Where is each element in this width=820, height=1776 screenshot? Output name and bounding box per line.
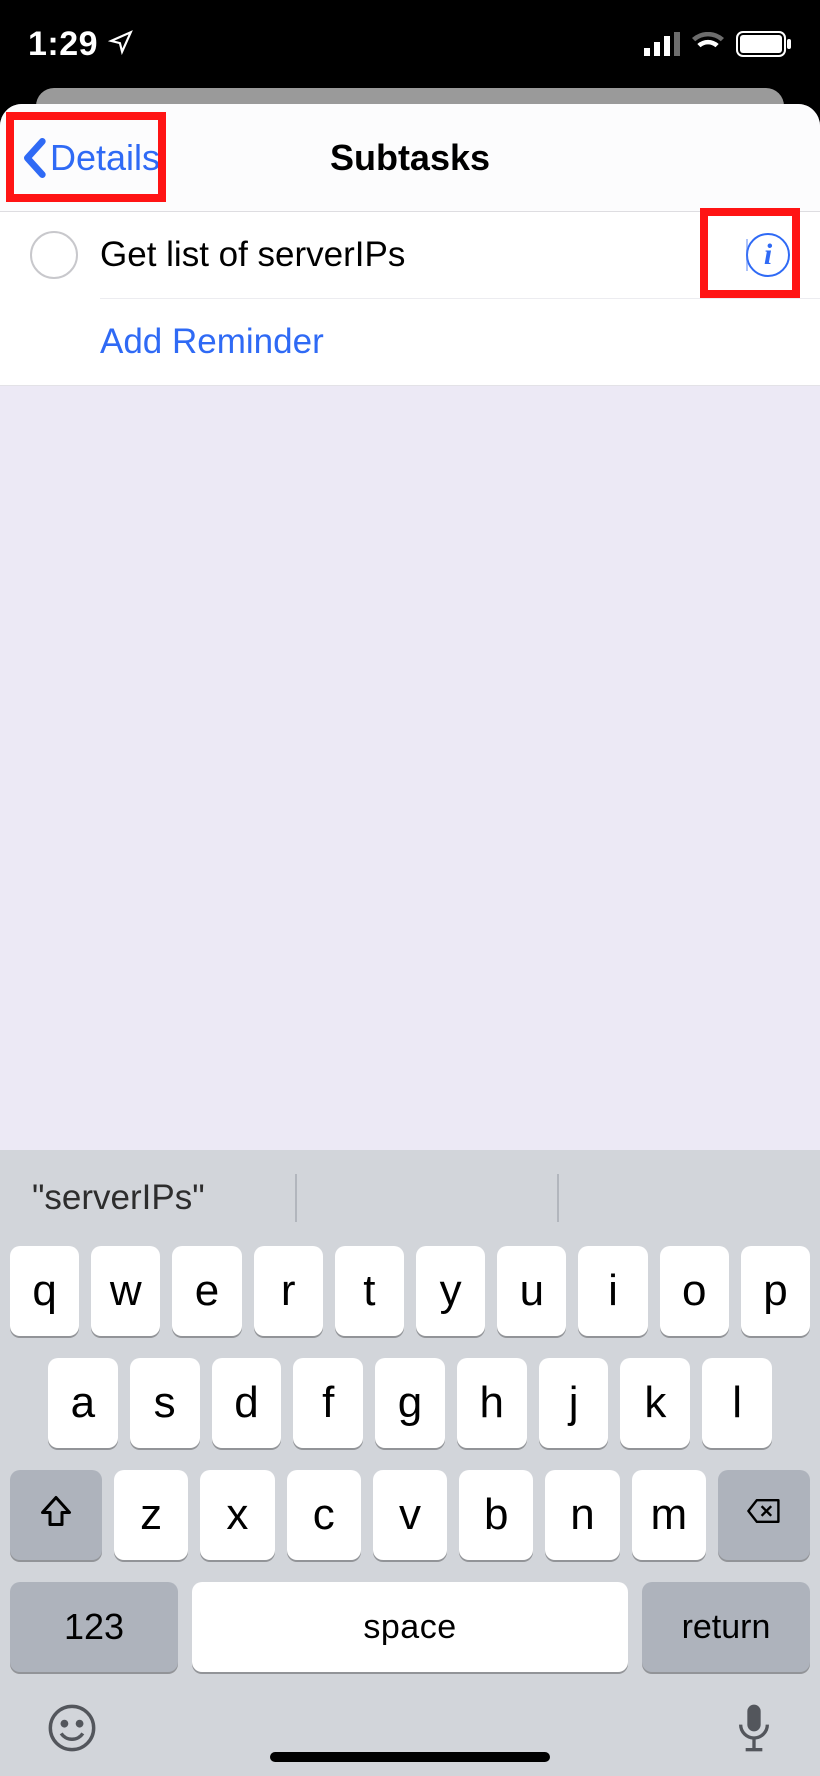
key-row-4: 123 space return (0, 1582, 820, 1672)
key-s[interactable]: s (130, 1358, 200, 1448)
info-button[interactable]: i (746, 233, 790, 277)
shift-icon (38, 1490, 74, 1540)
key-b[interactable]: b (459, 1470, 533, 1560)
key-h[interactable]: h (457, 1358, 527, 1448)
key-a[interactable]: a (48, 1358, 118, 1448)
add-reminder-label: Add Reminder (100, 322, 324, 362)
content-background (0, 386, 820, 1150)
back-label: Details (50, 137, 160, 179)
key-r[interactable]: r (254, 1246, 323, 1336)
key-d[interactable]: d (212, 1358, 282, 1448)
key-j[interactable]: j (539, 1358, 609, 1448)
key-f[interactable]: f (293, 1358, 363, 1448)
modal-sheet: Details Subtasks Get list of serverIPs i… (0, 104, 820, 1776)
wifi-icon (692, 32, 724, 56)
keyboard-toolbar (0, 1682, 820, 1756)
status-bar: 1:29 (0, 0, 820, 88)
location-icon (108, 25, 134, 64)
prediction-bar: "serverIPs" (0, 1150, 820, 1246)
nav-bar: Details Subtasks (0, 104, 820, 212)
key-e[interactable]: e (172, 1246, 241, 1336)
key-u[interactable]: u (497, 1246, 566, 1336)
shift-key[interactable] (10, 1470, 102, 1560)
key-n[interactable]: n (545, 1470, 619, 1560)
back-button[interactable]: Details (14, 133, 168, 183)
key-v[interactable]: v (373, 1470, 447, 1560)
battery-icon (736, 31, 792, 57)
key-row-1: q w e r t y u i o p (0, 1246, 820, 1336)
key-w[interactable]: w (91, 1246, 160, 1336)
key-l[interactable]: l (702, 1358, 772, 1448)
key-c[interactable]: c (287, 1470, 361, 1560)
key-o[interactable]: o (660, 1246, 729, 1336)
key-p[interactable]: p (741, 1246, 810, 1336)
prediction-0[interactable]: "serverIPs" (0, 1168, 295, 1228)
key-q[interactable]: q (10, 1246, 79, 1336)
key-g[interactable]: g (375, 1358, 445, 1448)
key-row-2: a s d f g h j k l (0, 1358, 820, 1448)
add-reminder-row[interactable]: Add Reminder (0, 299, 820, 385)
status-time: 1:29 (28, 25, 98, 64)
backspace-icon (746, 1490, 782, 1540)
backspace-key[interactable] (718, 1470, 810, 1560)
complete-toggle[interactable] (30, 231, 78, 279)
key-m[interactable]: m (632, 1470, 706, 1560)
info-icon: i (764, 238, 772, 272)
page-title: Subtasks (330, 137, 490, 179)
key-z[interactable]: z (114, 1470, 188, 1560)
dictation-button[interactable] (734, 1700, 774, 1756)
subtask-list: Get list of serverIPs i Add Reminder (0, 212, 820, 386)
key-i[interactable]: i (578, 1246, 647, 1336)
subtask-title[interactable]: Get list of serverIPs (100, 235, 746, 275)
key-t[interactable]: t (335, 1246, 404, 1336)
keyboard: "serverIPs" q w e r t y u i o p a s d f … (0, 1150, 820, 1776)
return-key[interactable]: return (642, 1582, 810, 1672)
key-y[interactable]: y (416, 1246, 485, 1336)
key-k[interactable]: k (620, 1358, 690, 1448)
prediction-1[interactable] (295, 1168, 558, 1228)
cellular-icon (644, 32, 680, 56)
prediction-2[interactable] (557, 1168, 820, 1228)
subtask-row[interactable]: Get list of serverIPs i (0, 212, 820, 298)
emoji-button[interactable] (46, 1702, 98, 1754)
space-key[interactable]: space (192, 1582, 628, 1672)
chevron-left-icon (22, 138, 46, 178)
key-x[interactable]: x (200, 1470, 274, 1560)
home-indicator[interactable] (270, 1752, 550, 1762)
key-row-3: z x c v b n m (0, 1470, 820, 1560)
numbers-key[interactable]: 123 (10, 1582, 178, 1672)
